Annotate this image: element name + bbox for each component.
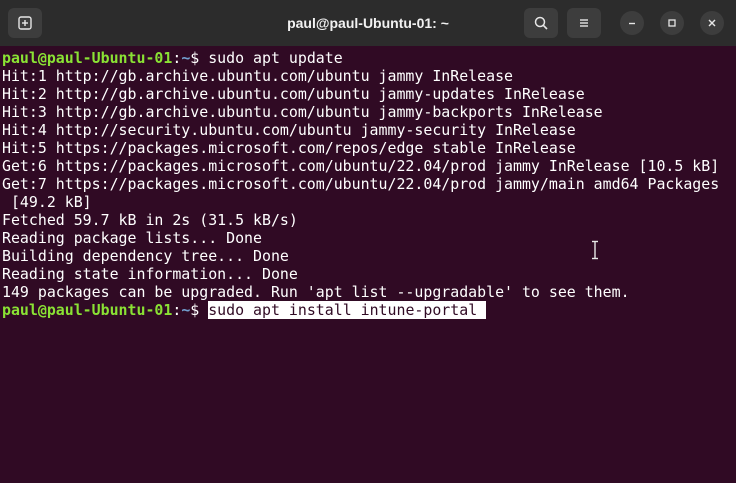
prompt-colon: : [172,301,182,319]
output-line: Get:7 https://packages.microsoft.com/ubu… [2,175,720,193]
search-icon [534,16,548,30]
output-line: Hit:5 https://packages.microsoft.com/rep… [2,139,576,157]
hamburger-menu-icon [580,19,588,27]
output-line: Fetched 59.7 kB in 2s (31.5 kB/s) [2,211,298,229]
close-icon [708,19,716,27]
minimize-icon [629,22,635,25]
output-line: Hit:4 http://security.ubuntu.com/ubuntu … [2,121,576,139]
output-line: Hit:2 http://gb.archive.ubuntu.com/ubunt… [2,85,585,103]
output-line: Building dependency tree... Done [2,247,289,265]
prompt-line: paul@paul-Ubuntu-01:~$ sudo apt update [2,49,736,67]
title-bar: paul@paul-Ubuntu-01: ~ [0,0,736,46]
maximize-button[interactable] [660,11,684,35]
prompt-path: ~ [181,49,191,67]
output-line: [49.2 kB] [2,193,92,211]
output-line: Hit:1 http://gb.archive.ubuntu.com/ubunt… [2,67,514,85]
minimize-button[interactable] [620,11,644,35]
prompt-colon: : [172,49,182,67]
terminal-window: paul@paul-Ubuntu-01: ~ paul@paul-Ubuntu-… [0,0,736,483]
output-line: Reading package lists... Done [2,229,262,247]
prompt-command: sudo apt update [208,49,343,67]
prompt-path: ~ [181,301,191,319]
prompt-user: paul@paul-Ubuntu-01 [2,49,173,67]
text-cursor-icon [592,240,598,260]
selected-command[interactable]: sudo apt install intune-portal [208,301,487,319]
prompt-user: paul@paul-Ubuntu-01 [2,301,173,319]
prompt-line[interactable]: paul@paul-Ubuntu-01:~$ sudo apt install … [2,301,736,319]
terminal-output[interactable]: paul@paul-Ubuntu-01:~$ sudo apt update H… [0,46,736,483]
output-line: 149 packages can be upgraded. Run 'apt l… [2,283,630,301]
maximize-icon [668,19,676,27]
close-button[interactable] [700,11,724,35]
output-line: Reading state information... Done [2,265,298,283]
prompt-dollar: $ [190,301,209,319]
menu-button[interactable] [567,8,601,38]
search-button[interactable] [524,8,558,38]
output-line: Hit:3 http://gb.archive.ubuntu.com/ubunt… [2,103,603,121]
prompt-dollar: $ [190,49,209,67]
output-line: Get:6 https://packages.microsoft.com/ubu… [2,157,720,175]
